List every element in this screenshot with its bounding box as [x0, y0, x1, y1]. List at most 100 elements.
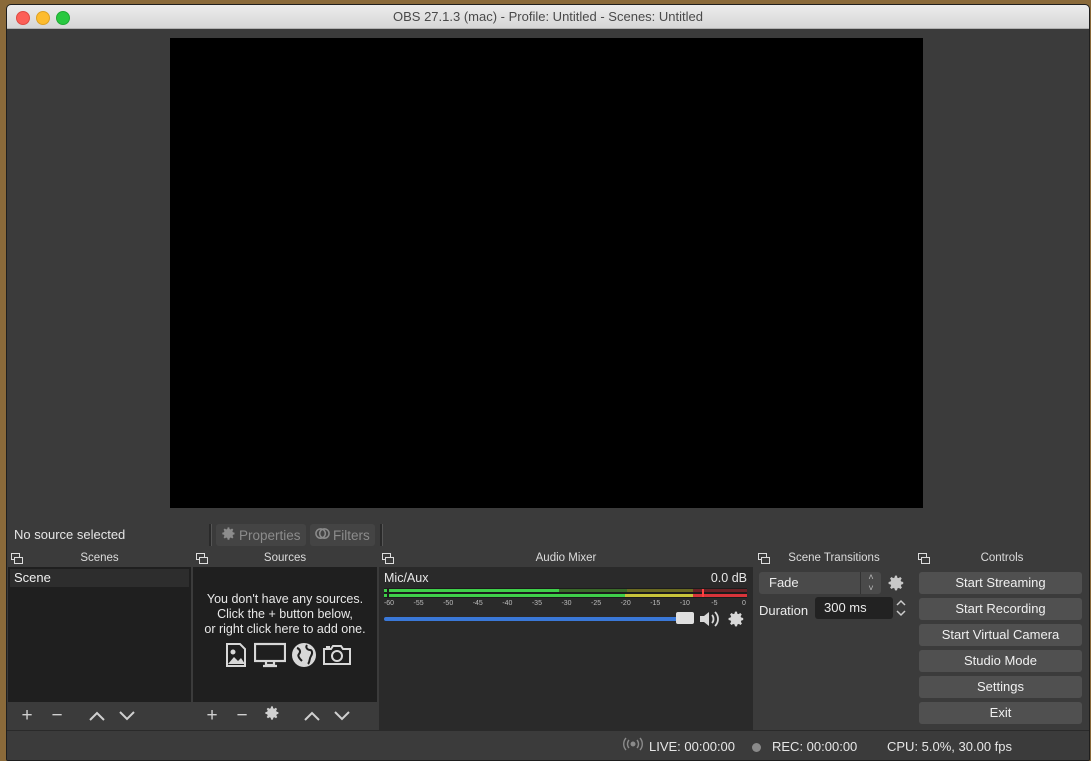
add-scene-button[interactable]: + [12, 704, 42, 728]
audio-mixer-dock-title: Audio Mixer [379, 549, 753, 567]
meter-tick-label: -5 [711, 600, 718, 607]
meter-tick-label: -25 [591, 600, 602, 607]
volume-meter [384, 588, 747, 598]
move-source-down-button[interactable] [327, 704, 357, 728]
start-recording-button[interactable]: Start Recording [919, 598, 1082, 620]
audio-level-readout: 0.0 dB [710, 571, 747, 585]
status-bar: LIVE: 00:00:00 REC: 00:00:00 CPU: 5.0%, … [7, 730, 1089, 760]
close-window-button[interactable] [16, 11, 30, 25]
context-separator [380, 524, 383, 546]
rec-timer: REC: 00:00:00 [772, 739, 858, 754]
move-scene-down-button[interactable] [112, 704, 142, 728]
meter-tick-label: -40 [502, 600, 513, 607]
scene-transitions-title: Scene Transitions [788, 552, 880, 564]
empty-message-line: You don't have any sources. [206, 592, 364, 606]
title-bar: OBS 27.1.3 (mac) - Profile: Untitled - S… [7, 5, 1089, 29]
list-item[interactable]: Scene [10, 569, 189, 587]
gear-icon[interactable] [727, 610, 745, 631]
start-streaming-button[interactable]: Start Streaming [919, 572, 1082, 594]
scenes-dock-title: Scenes [8, 549, 191, 567]
start-virtual-camera-button[interactable]: Start Virtual Camera [919, 624, 1082, 646]
preview-area [7, 29, 1089, 519]
meter-tick-label: -15 [650, 600, 661, 607]
remove-scene-button[interactable]: − [42, 704, 72, 728]
record-indicator-icon [752, 743, 761, 752]
chevron-up-icon [304, 705, 320, 727]
transition-select[interactable]: Fade ˄ ˅ [759, 572, 881, 594]
filters-label: Filters [333, 527, 370, 543]
audio-mixer-title: Audio Mixer [535, 552, 597, 564]
window-title: OBS 27.1.3 (mac) - Profile: Untitled - S… [393, 9, 703, 24]
chevron-up-icon [89, 705, 105, 727]
zoom-window-button[interactable] [56, 11, 70, 25]
meter-tick-label: -50 [443, 600, 454, 607]
properties-button[interactable]: Properties [216, 524, 306, 546]
undock-icon[interactable] [11, 552, 23, 564]
preview-canvas[interactable] [170, 38, 923, 508]
scene-transitions-dock: Scene Transitions Fade ˄ ˅ Duration 300 m… [755, 549, 913, 730]
plus-icon: + [206, 705, 218, 726]
audio-controls [699, 610, 745, 631]
source-properties-button[interactable] [257, 704, 287, 728]
gear-icon[interactable] [887, 574, 905, 595]
context-bar: No source selected Properties Filters [7, 519, 1089, 549]
controls-dock-title: Controls [915, 549, 1089, 567]
scenes-list[interactable]: Scene [8, 567, 191, 702]
controls-body: Start Streaming Start Recording Start Vi… [915, 567, 1089, 730]
minimize-window-button[interactable] [36, 11, 50, 25]
chevron-down-icon [119, 705, 135, 727]
plus-icon: + [21, 705, 33, 726]
gear-icon [221, 526, 236, 544]
selected-source-label: No source selected [14, 527, 126, 542]
volume-slider-handle[interactable] [676, 612, 694, 624]
audio-mixer-dock: Audio Mixer Mic/Aux 0.0 dB -60 -55 -50 -45-… [379, 549, 753, 730]
sources-toolbar: + − [193, 702, 377, 730]
duration-input[interactable]: 300 ms [815, 597, 893, 619]
remove-source-button[interactable]: − [227, 704, 257, 728]
transition-value: Fade [769, 575, 799, 590]
settings-button[interactable]: Settings [919, 676, 1082, 698]
audio-channel-name: Mic/Aux [384, 571, 429, 585]
studio-mode-button[interactable]: Studio Mode [919, 650, 1082, 672]
scene-transitions-dock-title: Scene Transitions [755, 549, 913, 567]
monitor-icon [253, 642, 287, 671]
meter-scale: -60 -55 -50 -45 -40 -35 -30 -25 -20 -15 -10 -5 0 [384, 600, 747, 610]
undock-icon[interactable] [196, 552, 208, 564]
scenes-dock: Scenes Scene + − [8, 549, 191, 730]
controls-dock: Controls Start Streaming Start Recording… [915, 549, 1089, 730]
move-scene-up-button[interactable] [82, 704, 112, 728]
undock-icon[interactable] [758, 552, 770, 564]
globe-icon [291, 642, 317, 671]
cpu-fps-readout: CPU: 5.0%, 30.00 fps [887, 739, 1013, 754]
sources-list[interactable]: You don't have any sources. Click the + … [193, 567, 377, 702]
meter-tick-label: -30 [561, 600, 572, 607]
properties-label: Properties [239, 527, 301, 543]
chevron-down-icon [334, 705, 350, 727]
meter-tick-label: 0 [742, 600, 746, 607]
scenes-title: Scenes [80, 552, 119, 564]
exit-button[interactable]: Exit [919, 702, 1082, 724]
undock-icon[interactable] [382, 552, 394, 564]
undock-icon[interactable] [918, 552, 930, 564]
speaker-icon[interactable] [699, 610, 721, 631]
filters-button[interactable]: Filters [310, 524, 375, 546]
meter-tick-label: -35 [531, 600, 542, 607]
image-icon [223, 642, 249, 671]
gear-icon [264, 705, 280, 727]
empty-message-line: Click the + button below, [217, 607, 353, 621]
meter-tick-label: -10 [679, 600, 690, 607]
empty-message-line: or right click here to add one. [204, 622, 366, 636]
broadcast-icon [623, 737, 643, 754]
scenes-toolbar: + − [8, 702, 191, 730]
duration-label: Duration [759, 603, 809, 618]
add-source-button[interactable]: + [197, 704, 227, 728]
move-source-up-button[interactable] [297, 704, 327, 728]
filter-icon [315, 526, 330, 544]
audio-mixer-body: Mic/Aux 0.0 dB -60 -55 -50 -45 -40 -35 -30 -25-… [379, 567, 753, 730]
sources-dock-title: Sources [193, 549, 377, 567]
camera-icon [322, 642, 352, 671]
duration-stepper[interactable] [894, 597, 908, 619]
source-type-icons [223, 642, 352, 671]
volume-slider-track[interactable] [384, 617, 684, 621]
context-separator [209, 524, 212, 546]
